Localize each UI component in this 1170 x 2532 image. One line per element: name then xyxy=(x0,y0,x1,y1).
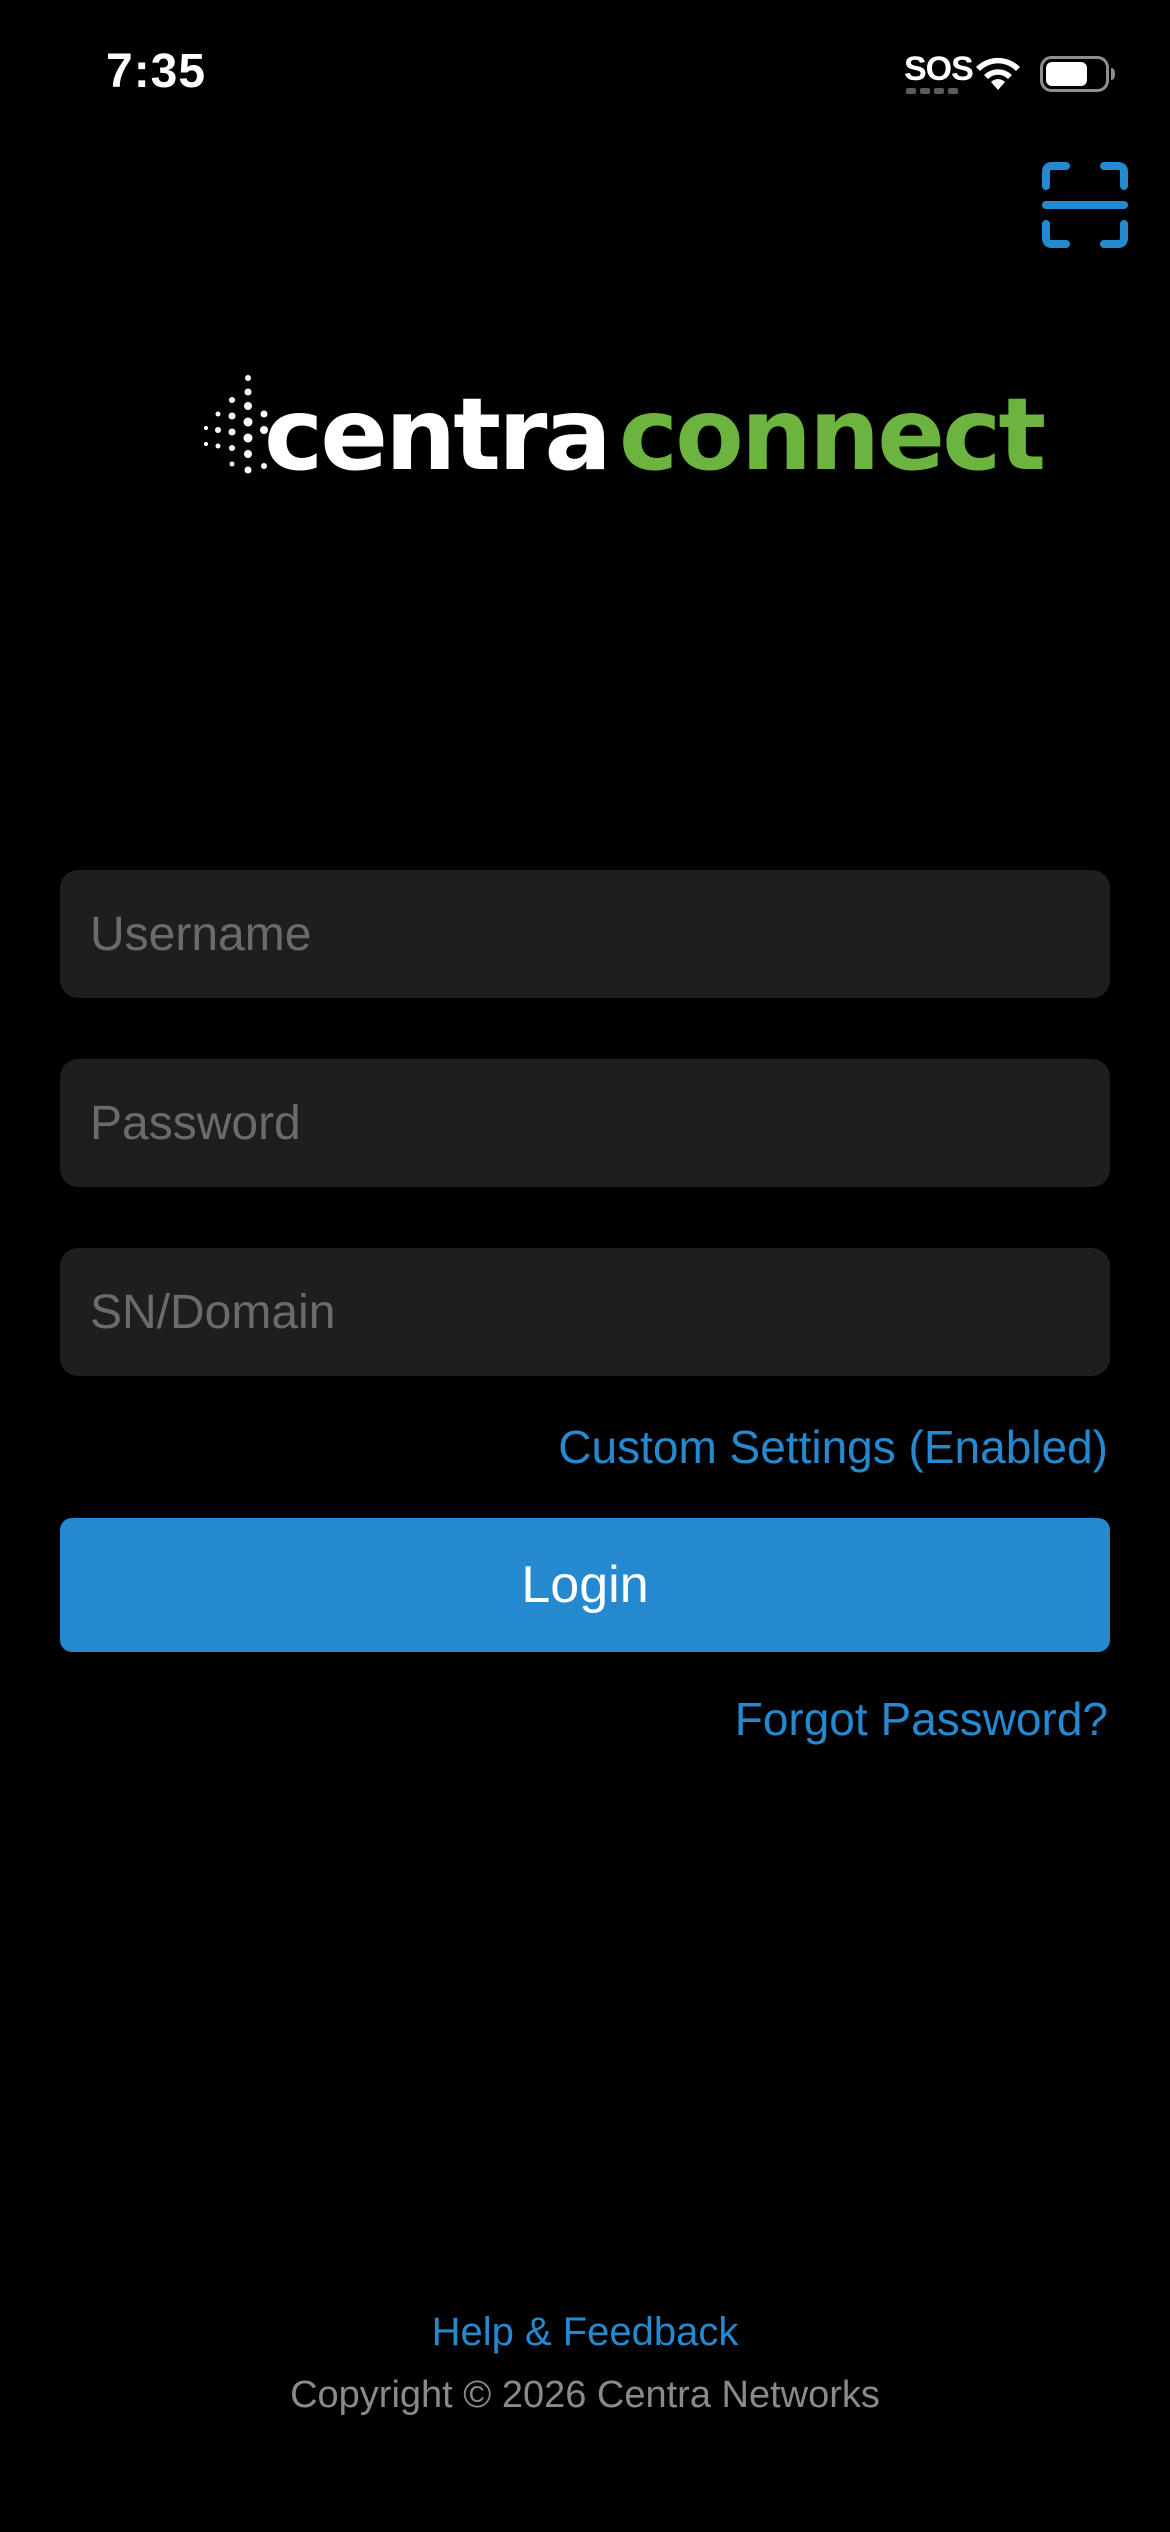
forgot-password-link[interactable]: Forgot Password? xyxy=(735,1692,1108,1746)
logo-text-centra: centra xyxy=(264,376,612,493)
wifi-icon xyxy=(976,57,1020,90)
signal-bars-icon xyxy=(906,88,958,94)
help-feedback-link[interactable]: Help & Feedback xyxy=(0,2310,1170,2355)
battery-icon xyxy=(1040,56,1115,92)
scan-icon xyxy=(1042,162,1128,248)
password-field[interactable] xyxy=(60,1059,1110,1187)
custom-settings-link[interactable]: Custom Settings (Enabled) xyxy=(558,1420,1108,1474)
sos-indicator: SOS xyxy=(904,50,974,88)
copyright-text: Copyright © 2026 Centra Networks xyxy=(290,2374,880,2416)
status-bar: 7:35 SOS xyxy=(0,0,1170,150)
username-input[interactable] xyxy=(60,870,1110,998)
password-input[interactable] xyxy=(60,1059,1110,1187)
status-time: 7:35 xyxy=(106,45,207,98)
scan-button[interactable] xyxy=(1040,160,1130,250)
logo-text-connect: connect xyxy=(618,376,1046,493)
domain-field[interactable] xyxy=(60,1248,1110,1376)
centra-connect-logo: centra connect xyxy=(198,370,1046,500)
login-button[interactable]: Login xyxy=(60,1518,1110,1652)
username-field[interactable] xyxy=(60,870,1110,998)
logo-wordmark: centra connect xyxy=(264,370,1046,500)
domain-input[interactable] xyxy=(60,1248,1110,1376)
